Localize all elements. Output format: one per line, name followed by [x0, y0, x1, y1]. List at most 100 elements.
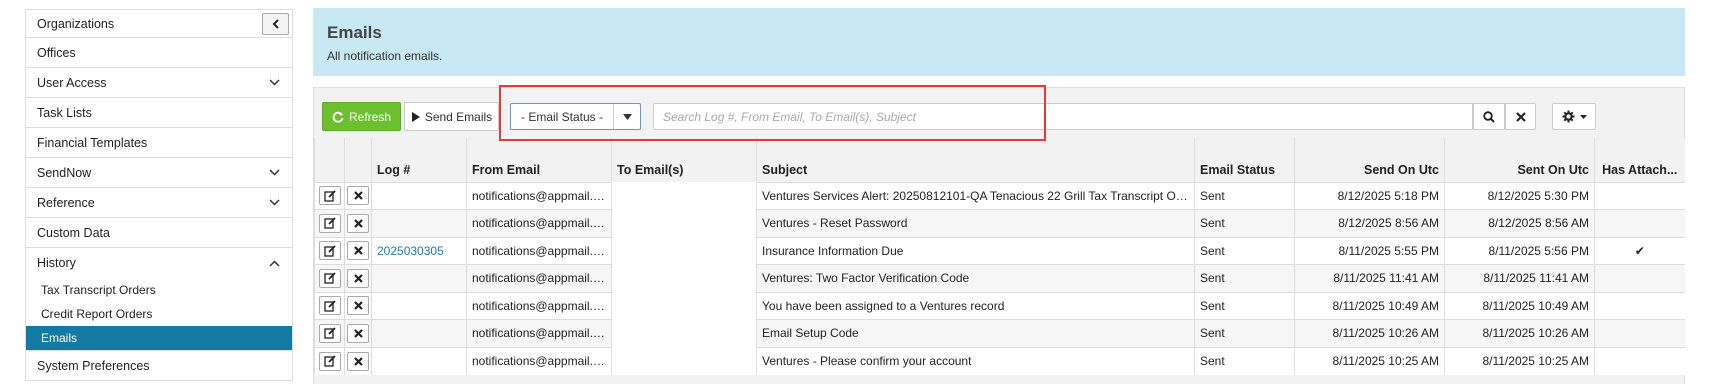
edit-icon: [323, 245, 336, 257]
sidebar-item-label: Organizations: [37, 16, 115, 31]
caret-down-icon: [622, 113, 632, 120]
sidebar-item-label: Custom Data: [37, 225, 110, 240]
cell-subject: Ventures: Two Factor Verification Code: [756, 264, 1195, 292]
sidebar-item-organizations[interactable]: Organizations: [25, 9, 293, 38]
sidebar-subitem-tax-transcript-orders[interactable]: Tax Transcript Orders: [26, 278, 292, 302]
edit-row-button[interactable]: [318, 351, 341, 371]
cell-to: [611, 264, 757, 292]
cell-attach: [1594, 319, 1685, 347]
delete-row-button[interactable]: [347, 323, 369, 343]
cell-sent-on: 8/11/2025 10:26 AM: [1444, 319, 1595, 347]
search-icon: [1483, 110, 1495, 123]
gear-icon: [1562, 110, 1574, 123]
sidebar-item-label: System Preferences: [37, 358, 150, 373]
refresh-icon: [332, 111, 344, 123]
table-row[interactable]: notifications@appmail.ve... Ventures Ser…: [314, 181, 1685, 210]
cell-to: [611, 319, 757, 347]
cell-from: notifications@appmail.ve...: [466, 181, 612, 210]
cell-sent-on: 8/12/2025 8:56 AM: [1444, 209, 1595, 237]
close-icon: [1515, 111, 1526, 122]
log-number-link[interactable]: 2025030305: [377, 244, 444, 258]
cell-subject: Insurance Information Due: [756, 236, 1195, 265]
sidebar-item-label: History: [37, 256, 76, 270]
table-row[interactable]: notifications@appmail.ve... Email Setup …: [314, 319, 1685, 347]
col-email-status[interactable]: Email Status: [1194, 138, 1295, 182]
collapse-sidebar-button[interactable]: [262, 12, 289, 35]
cell-from: notifications@appmail.ve...: [466, 236, 612, 265]
edit-row-button[interactable]: [318, 268, 341, 288]
chevron-down-icon: [268, 169, 280, 176]
delete-row-button[interactable]: [347, 213, 369, 233]
sidebar-subitem-emails[interactable]: Emails: [26, 326, 292, 350]
sidebar-item-offices[interactable]: Offices: [25, 38, 293, 68]
sidebar-item-financial-templates[interactable]: Financial Templates: [25, 128, 293, 158]
email-status-select[interactable]: - Email Status -: [510, 103, 641, 130]
refresh-button[interactable]: Refresh: [322, 102, 401, 131]
table-row[interactable]: notifications@appmail.ve... You have bee…: [314, 291, 1685, 320]
edit-row-button[interactable]: [318, 241, 341, 261]
edit-row-button[interactable]: [318, 186, 341, 206]
col-to-emails[interactable]: To Email(s): [611, 138, 757, 182]
delete-row-button[interactable]: [347, 296, 369, 316]
cell-status: Sent: [1194, 346, 1295, 375]
select-caret[interactable]: [613, 104, 640, 129]
col-from-email[interactable]: From Email: [466, 138, 612, 182]
delete-row-button[interactable]: [347, 268, 369, 288]
sidebar-item-history[interactable]: History: [25, 248, 293, 278]
sidebar-item-label: SendNow: [37, 165, 92, 180]
col-has-attachment[interactable]: Has Attach...: [1594, 138, 1685, 182]
sidebar-item-system-preferences[interactable]: System Preferences: [25, 351, 293, 381]
cell-log[interactable]: 2025030305: [371, 236, 467, 265]
sidebar-item-task-lists[interactable]: Task Lists: [25, 98, 293, 128]
cell-subject: You have been assigned to a Ventures rec…: [756, 291, 1195, 320]
cell-log: [371, 209, 467, 237]
cell-send-on: 8/11/2025 11:41 AM: [1294, 264, 1445, 292]
sidebar-item-custom-data[interactable]: Custom Data: [25, 218, 293, 248]
cell-attach: [1594, 291, 1685, 320]
cell-to: [611, 347, 757, 375]
col-subject[interactable]: Subject: [756, 138, 1195, 182]
edit-icon: [323, 190, 336, 202]
search-button[interactable]: [1473, 103, 1505, 130]
edit-row-button[interactable]: [318, 323, 341, 343]
cell-status: Sent: [1194, 236, 1295, 265]
cell-attach: [1594, 264, 1685, 292]
edit-row-button[interactable]: [318, 296, 341, 316]
cell-send-on: 8/11/2025 5:55 PM: [1294, 236, 1445, 265]
settings-menu-button[interactable]: [1552, 103, 1596, 130]
chevron-down-icon: [268, 79, 280, 86]
edit-icon: [323, 300, 336, 312]
delete-row-button[interactable]: [347, 351, 369, 371]
col-log[interactable]: Log #: [371, 138, 467, 182]
search-input[interactable]: [653, 103, 1473, 130]
table-row[interactable]: notifications@appmail.ve... Ventures: Tw…: [314, 264, 1685, 292]
cell-send-on: 8/11/2025 10:25 AM: [1294, 346, 1445, 375]
cell-attach: [1594, 346, 1685, 375]
sidebar-item-user-access[interactable]: User Access: [25, 68, 293, 98]
col-sent-on-utc[interactable]: Sent On Utc: [1444, 138, 1595, 182]
sidebar-subitem-credit-report-orders[interactable]: Credit Report Orders: [26, 302, 292, 326]
delete-icon: [353, 301, 363, 311]
send-emails-button[interactable]: Send Emails: [404, 102, 499, 131]
cell-status: Sent: [1194, 264, 1295, 292]
table-row[interactable]: 2025030305 notifications@appmail.ve... I…: [314, 236, 1685, 265]
edit-row-button[interactable]: [318, 213, 341, 233]
table-row[interactable]: notifications@appmail.ve... Ventures - R…: [314, 209, 1685, 237]
cell-log: [371, 346, 467, 375]
sidebar-item-sendnow[interactable]: SendNow: [25, 158, 293, 188]
chevron-down-icon: [268, 199, 280, 206]
cell-to: [611, 182, 757, 210]
table-row[interactable]: notifications@appmail.ve... Ventures - P…: [314, 346, 1685, 375]
delete-icon: [353, 273, 363, 283]
delete-row-button[interactable]: [347, 241, 369, 261]
cell-attach: [1594, 209, 1685, 237]
emails-grid-panel: Refresh Send Emails - Email Status - Sea…: [313, 87, 1685, 384]
sidebar-item-reference[interactable]: Reference: [25, 188, 293, 218]
sidebar-item-label: Financial Templates: [37, 135, 148, 150]
sidebar-item-label: Reference: [37, 195, 95, 210]
clear-search-button[interactable]: [1505, 103, 1536, 130]
delete-row-button[interactable]: [347, 186, 369, 206]
grid-toolbar: Refresh Send Emails - Email Status -: [322, 102, 1676, 132]
sidebar-item-label: User Access: [37, 75, 107, 90]
col-send-on-utc[interactable]: Send On Utc: [1294, 138, 1445, 182]
